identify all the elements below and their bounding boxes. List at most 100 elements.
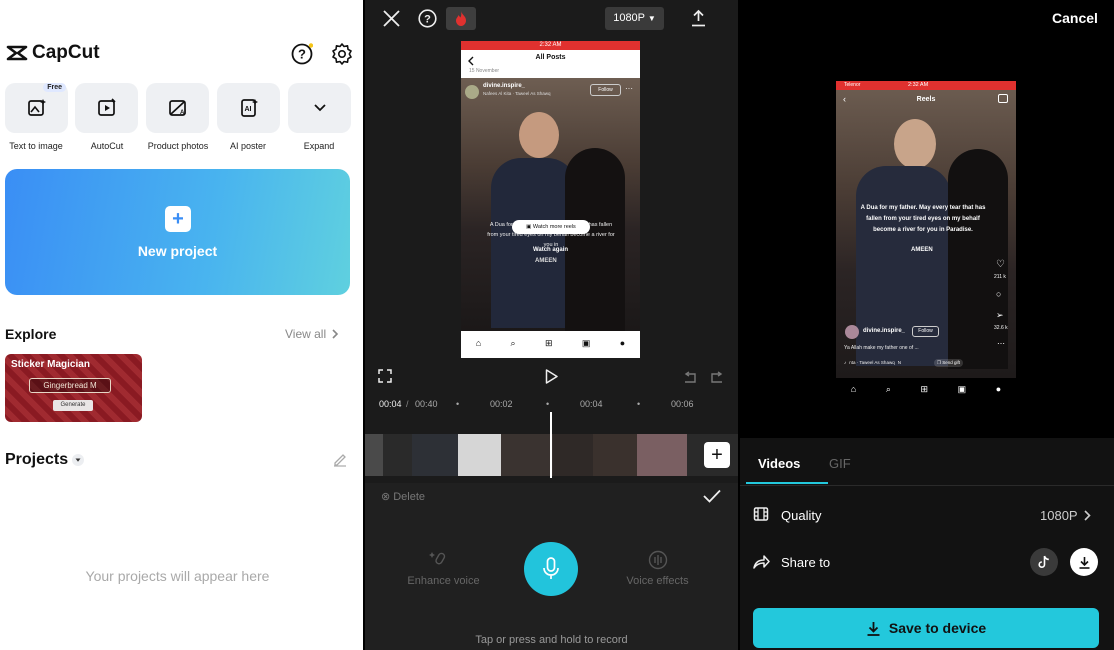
reel-caption: A Dua for my father. May every tear that…: [860, 205, 986, 233]
post-username: divine.inspire_: [483, 83, 526, 89]
profile-icon: ●: [995, 384, 1002, 394]
chevron-right-icon: [332, 329, 339, 339]
share-to-label: Share to: [781, 555, 831, 570]
watch-more-label: Watch more reels: [532, 224, 576, 230]
help-icon[interactable]: ?: [418, 9, 437, 33]
help-icon[interactable]: ?: [291, 43, 314, 70]
cancel-button[interactable]: Cancel: [1052, 10, 1098, 26]
record-hint: Tap or press and hold to record: [475, 634, 628, 646]
close-icon[interactable]: [383, 10, 400, 32]
more-dots-icon: ⋯: [997, 339, 1005, 348]
reel-audio: nta · Taweel As Shawq: [849, 360, 895, 365]
play-icon[interactable]: [545, 369, 558, 389]
download-icon[interactable]: [1070, 548, 1098, 576]
view-all-link[interactable]: View all: [285, 327, 339, 341]
undo-icon[interactable]: [683, 370, 697, 388]
product-photo-icon: AI: [168, 100, 186, 116]
tab-gif[interactable]: GIF: [829, 456, 851, 471]
follow-button[interactable]: Follow: [590, 84, 621, 96]
tick-label-1: 00:02: [490, 399, 513, 409]
playhead[interactable]: [550, 412, 552, 478]
clip-thumbnail: [501, 434, 553, 476]
voice-effects-label[interactable]: Voice effects: [595, 575, 720, 587]
new-project-button[interactable]: + New project: [5, 169, 350, 295]
image-sparkle-icon: [27, 99, 46, 116]
delete-icon: ⊗: [381, 491, 391, 503]
tick-dot: •: [637, 399, 641, 409]
music-note-icon: ♪: [844, 360, 847, 365]
editor-panel: ? 1080P ▼ 2:32 AM All Posts 15 November …: [365, 0, 738, 650]
search-icon[interactable]: ⌕: [511, 338, 516, 349]
heart-icon: ♡: [996, 259, 1005, 270]
carrier-label: Telenor: [844, 82, 861, 88]
tiktok-icon[interactable]: [1030, 548, 1058, 576]
new-project-label: New project: [137, 243, 218, 259]
tick-label-3: 00:06: [671, 399, 694, 409]
tool-text-to-image[interactable]: Free: [5, 83, 68, 133]
camera-icon: [998, 94, 1008, 103]
reels-icon[interactable]: ▣: [582, 338, 591, 349]
profile-icon[interactable]: ●: [620, 338, 625, 349]
confirm-check-icon[interactable]: [703, 489, 721, 508]
microphone-icon: [543, 557, 559, 579]
save-to-device-button[interactable]: Save to device: [753, 608, 1099, 648]
tab-videos[interactable]: Videos: [758, 456, 800, 471]
reels-icon: ▣: [526, 224, 533, 230]
add-post-icon[interactable]: ⊞: [545, 338, 553, 349]
reels-title: Reels: [916, 96, 936, 103]
caret-down-icon: ▼: [647, 14, 656, 23]
quality-value: 1080P: [1040, 508, 1078, 523]
time-separator: /: [406, 399, 409, 409]
voice-effects-icon[interactable]: [648, 550, 668, 575]
watch-again-label[interactable]: Watch again: [461, 247, 640, 253]
delete-button[interactable]: ⊗ Delete: [381, 490, 426, 504]
clip-thumbnail: [637, 434, 687, 476]
explore-card-sticker-magician[interactable]: Sticker Magician Gingerbread M Generate: [5, 354, 142, 422]
generate-button[interactable]: Generate: [53, 400, 93, 411]
delete-label: Delete: [393, 490, 426, 503]
like-count: 211 k: [994, 274, 1006, 280]
fullscreen-icon[interactable]: [378, 369, 392, 388]
tool-label-expand: Expand: [303, 141, 335, 151]
tool-ai-poster[interactable]: AI: [217, 83, 280, 133]
svg-text:AI: AI: [244, 106, 251, 113]
home-panel: CapCut ? Free AI AI Text to image AutoCu…: [0, 0, 363, 650]
enhance-voice-label[interactable]: Enhance voice: [381, 575, 506, 587]
add-clip-button[interactable]: +: [704, 442, 730, 468]
projects-title-label: Projects: [5, 451, 69, 468]
export-panel: Cancel Telenor 2:32 AM ‹ Reels A Dua for…: [740, 0, 1114, 650]
watch-more-reels-button[interactable]: ▣ Watch more reels: [512, 220, 590, 234]
app-name: CapCut: [32, 42, 100, 63]
status-time: 2:32 AM: [908, 82, 929, 88]
flame-icon[interactable]: [446, 7, 476, 30]
redo-icon[interactable]: [710, 370, 724, 388]
plus-icon: +: [165, 206, 191, 232]
video-preview[interactable]: 2:32 AM All Posts 15 November divine.ins…: [461, 41, 640, 358]
tool-label-autocut: AutoCut: [90, 141, 124, 151]
home-icon[interactable]: ⌂: [476, 338, 481, 349]
resolution-dropdown[interactable]: 1080P ▼: [605, 7, 664, 30]
settings-gear-icon[interactable]: [331, 43, 353, 70]
more-dots-icon[interactable]: ···: [625, 84, 633, 93]
resolution-label: 1080P: [613, 12, 645, 24]
record-mic-button[interactable]: [524, 542, 578, 596]
tab-underline: [746, 482, 828, 484]
tool-expand[interactable]: [288, 83, 351, 133]
edit-pencil-icon[interactable]: [332, 451, 348, 472]
enhance-voice-icon[interactable]: [428, 550, 454, 575]
total-time: 00:40: [415, 399, 438, 409]
upload-export-icon[interactable]: [691, 9, 706, 32]
reel-username: divine.inspire_: [863, 328, 906, 334]
tool-autocut[interactable]: [75, 83, 138, 133]
clip-thumbnail: [412, 434, 458, 476]
instagram-bottom-nav: ⌂ ⌕ ⊞ ▣ ●: [461, 338, 640, 349]
export-preview: Telenor 2:32 AM ‹ Reels A Dua for my fat…: [836, 81, 1016, 400]
projects-title[interactable]: Projects: [5, 451, 85, 469]
quality-selector[interactable]: 1080P: [1040, 508, 1091, 523]
clip-thumbnail: [553, 434, 593, 476]
view-all-label: View all: [285, 327, 327, 341]
tool-label-product-photos: Product photos: [147, 141, 209, 151]
tool-product-photos[interactable]: AI: [146, 83, 209, 133]
status-bar: Telenor 2:32 AM: [836, 81, 1016, 90]
send-gift-label: Send gift: [942, 360, 961, 365]
